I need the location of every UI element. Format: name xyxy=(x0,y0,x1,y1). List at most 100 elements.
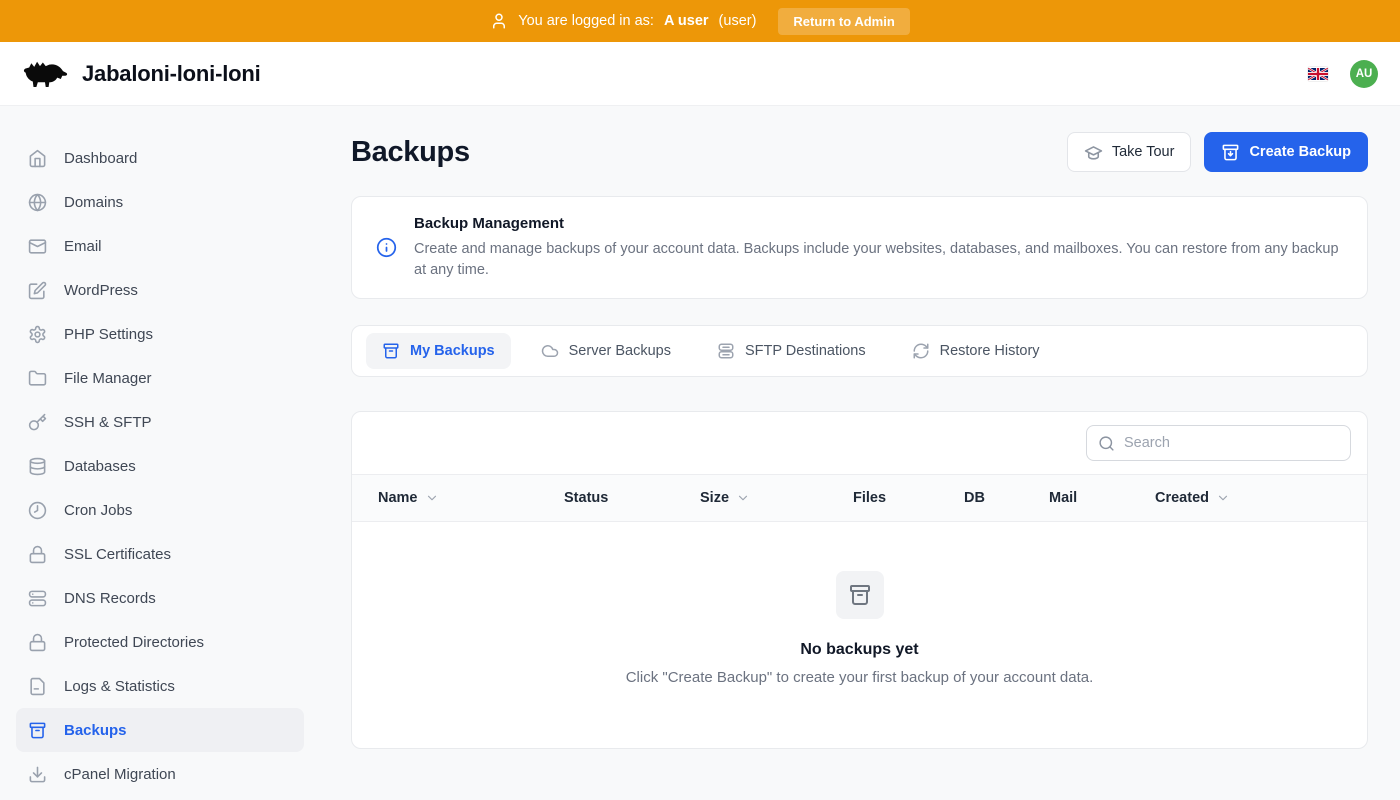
sidebar-item-domains[interactable]: Domains xyxy=(16,180,304,224)
sidebar-item-databases[interactable]: Databases xyxy=(16,444,304,488)
sidebar-item-label: Protected Directories xyxy=(64,634,204,651)
tab-sftp-destinations[interactable]: SFTP Destinations xyxy=(701,333,882,369)
sidebar-item-cpanel-migration[interactable]: cPanel Migration xyxy=(16,752,304,796)
refresh-icon xyxy=(912,342,930,360)
sidebar-item-logs-statistics[interactable]: Logs & Statistics xyxy=(16,664,304,708)
sidebar-item-label: PHP Settings xyxy=(64,326,153,343)
tab-server-backups[interactable]: Server Backups xyxy=(525,333,687,369)
column-header-status[interactable]: Status xyxy=(564,490,700,506)
tab-label: Server Backups xyxy=(569,343,671,359)
lock-icon xyxy=(28,545,47,564)
empty-state: No backups yet Click "Create Backup" to … xyxy=(352,522,1367,748)
sidebar-item-label: Domains xyxy=(64,194,123,211)
sidebar-item-label: DNS Records xyxy=(64,590,156,607)
boar-logo xyxy=(22,57,68,91)
chevron-down-icon xyxy=(736,491,750,505)
info-card-title: Backup Management xyxy=(414,215,1343,232)
page-title: Backups xyxy=(351,136,470,169)
column-label: DB xyxy=(964,490,985,506)
sidebar-item-dashboard[interactable]: Dashboard xyxy=(16,136,304,180)
archive-icon xyxy=(28,721,47,740)
folder-icon xyxy=(28,369,47,388)
sidebar-item-label: Backups xyxy=(64,722,127,739)
create-backup-label: Create Backup xyxy=(1249,144,1351,160)
sidebar-item-label: WordPress xyxy=(64,282,138,299)
server-icon xyxy=(717,342,735,360)
column-header-files[interactable]: Files xyxy=(853,490,964,506)
app-header: Jabaloni-loni-loni AU xyxy=(0,42,1400,106)
column-header-created[interactable]: Created xyxy=(1155,490,1367,506)
impersonated-user-role: (user) xyxy=(719,13,757,29)
cloud-icon xyxy=(541,342,559,360)
archive-icon xyxy=(382,342,400,360)
user-avatar[interactable]: AU xyxy=(1350,60,1378,88)
sidebar-item-email[interactable]: Email xyxy=(16,224,304,268)
sidebar-item-php-settings[interactable]: PHP Settings xyxy=(16,312,304,356)
sidebar: Dashboard Domains Email WordPress PHP Se… xyxy=(0,106,320,800)
backups-table-card: Name Status Size Files DB Mail xyxy=(351,411,1368,749)
chevron-down-icon xyxy=(1216,491,1230,505)
take-tour-button[interactable]: Take Tour xyxy=(1067,132,1192,172)
sidebar-item-label: File Manager xyxy=(64,370,152,387)
column-label: Files xyxy=(853,490,886,506)
mail-icon xyxy=(28,237,47,256)
tab-label: SFTP Destinations xyxy=(745,343,866,359)
search-input[interactable] xyxy=(1124,435,1339,451)
column-header-size[interactable]: Size xyxy=(700,490,853,506)
sidebar-item-wordpress[interactable]: WordPress xyxy=(16,268,304,312)
backup-tabs: My Backups Server Backups SFTP Destinati… xyxy=(351,325,1368,377)
sidebar-item-ssl-certificates[interactable]: SSL Certificates xyxy=(16,532,304,576)
globe-icon xyxy=(28,193,47,212)
brand[interactable]: Jabaloni-loni-loni xyxy=(22,57,261,91)
column-label: Name xyxy=(378,490,418,506)
sidebar-item-label: cPanel Migration xyxy=(64,766,176,783)
table-header-row: Name Status Size Files DB Mail xyxy=(352,474,1367,522)
impersonation-message: You are logged in as: A user (user) xyxy=(490,12,756,30)
download-icon xyxy=(28,765,47,784)
sidebar-item-label: Cron Jobs xyxy=(64,502,132,519)
column-label: Size xyxy=(700,490,729,506)
sidebar-item-label: Dashboard xyxy=(64,150,137,167)
sidebar-item-label: SSL Certificates xyxy=(64,546,171,563)
app-title: Jabaloni-loni-loni xyxy=(82,61,261,87)
empty-state-description: Click "Create Backup" to create your fir… xyxy=(352,669,1367,686)
chevron-down-icon xyxy=(425,491,439,505)
search-box xyxy=(1086,425,1351,461)
empty-state-title: No backups yet xyxy=(352,641,1367,659)
sidebar-item-ssh-sftp[interactable]: SSH & SFTP xyxy=(16,400,304,444)
uk-flag-icon[interactable] xyxy=(1308,67,1328,81)
sidebar-item-file-manager[interactable]: File Manager xyxy=(16,356,304,400)
sidebar-item-label: Databases xyxy=(64,458,136,475)
sidebar-item-backups[interactable]: Backups xyxy=(16,708,304,752)
tab-label: Restore History xyxy=(940,343,1040,359)
user-icon xyxy=(490,12,508,30)
lock-icon xyxy=(28,633,47,652)
return-to-admin-button[interactable]: Return to Admin xyxy=(778,8,909,35)
sidebar-item-protected-directories[interactable]: Protected Directories xyxy=(16,620,304,664)
server-icon xyxy=(28,589,47,608)
home-icon xyxy=(28,149,47,168)
main-content: Backups Take Tour Create Backup Backup M… xyxy=(320,106,1400,800)
impersonated-user-name: A user xyxy=(664,13,709,29)
tab-restore-history[interactable]: Restore History xyxy=(896,333,1056,369)
column-header-name[interactable]: Name xyxy=(378,490,564,506)
sidebar-item-label: SSH & SFTP xyxy=(64,414,152,431)
clock-icon xyxy=(28,501,47,520)
info-card-description: Create and manage backups of your accoun… xyxy=(414,239,1343,280)
logged-in-as-text: You are logged in as: xyxy=(518,13,654,29)
backup-management-info-card: Backup Management Create and manage back… xyxy=(351,196,1368,299)
sidebar-item-cron-jobs[interactable]: Cron Jobs xyxy=(16,488,304,532)
sidebar-item-label: Email xyxy=(64,238,102,255)
empty-archive-icon xyxy=(836,571,884,619)
tab-my-backups[interactable]: My Backups xyxy=(366,333,511,369)
create-backup-button[interactable]: Create Backup xyxy=(1204,132,1368,172)
database-icon xyxy=(28,457,47,476)
archive-down-icon xyxy=(1221,143,1240,162)
search-icon xyxy=(1098,435,1115,452)
impersonation-bar: You are logged in as: A user (user) Retu… xyxy=(0,0,1400,42)
gear-icon xyxy=(28,325,47,344)
sidebar-item-dns-records[interactable]: DNS Records xyxy=(16,576,304,620)
column-header-db[interactable]: DB xyxy=(964,490,1049,506)
column-header-mail[interactable]: Mail xyxy=(1049,490,1155,506)
sidebar-item-label: Logs & Statistics xyxy=(64,678,175,695)
